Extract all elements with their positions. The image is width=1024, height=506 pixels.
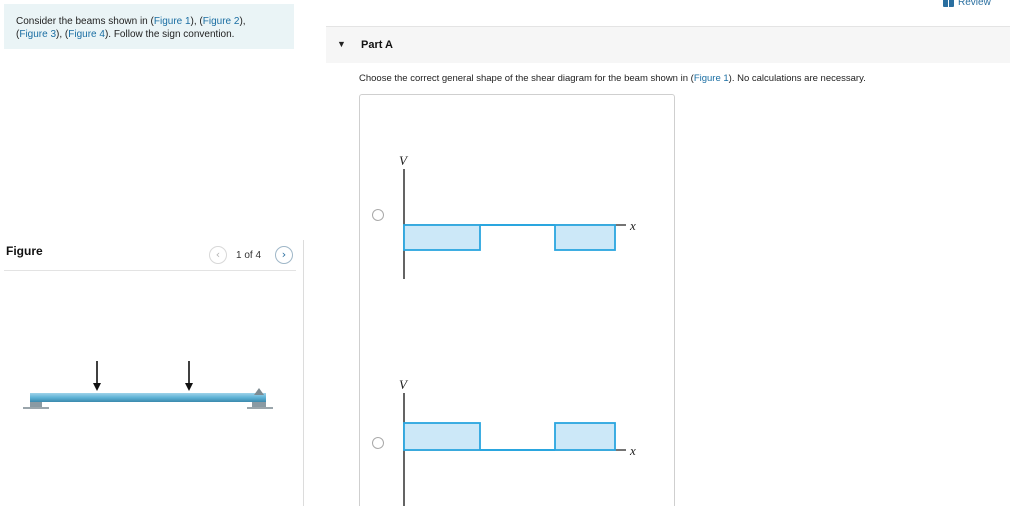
column-divider [303, 240, 304, 506]
question-text: Choose the correct general shape of the … [359, 73, 866, 84]
beam-figure [23, 361, 273, 409]
option-1-radio[interactable] [372, 209, 384, 221]
intro-line-2: (Figure 3), (Figure 4). Follow the sign … [16, 28, 294, 41]
load-arrow-icon [185, 361, 193, 391]
figure-1-link[interactable]: Figure 1 [694, 73, 729, 84]
intro-text: Consider the beams shown in ( [16, 16, 154, 27]
figure-1-link[interactable]: Figure 1 [154, 16, 191, 27]
beam-icon [30, 393, 266, 402]
shear-block [554, 224, 616, 251]
option-2-shear-diagram: V x [399, 377, 636, 506]
shear-block [403, 422, 481, 451]
x-axis-label: x [629, 443, 636, 458]
figure-3-link[interactable]: Figure 3 [19, 29, 56, 40]
intro-text: ), ( [56, 29, 69, 40]
figure-counter: 1 of 4 [236, 250, 262, 261]
caret-down-icon: ▼ [337, 39, 346, 49]
problem-intro: Consider the beams shown in (Figure 1), … [4, 4, 294, 49]
next-figure-button[interactable]: › [275, 246, 293, 264]
answer-options: V x V x [359, 94, 675, 506]
v-axis-label: V [399, 377, 409, 392]
figure-title: Figure [6, 244, 43, 258]
intro-text: ), ( [190, 16, 203, 27]
review-label: Review [958, 0, 991, 8]
figure-header: Figure ‹ 1 of 4 › [4, 240, 296, 271]
v-axis-label: V [399, 153, 409, 168]
part-a-label: Part A [361, 39, 393, 51]
intro-line-1: Consider the beams shown in (Figure 1), … [16, 15, 294, 28]
load-arrow-icon [93, 361, 101, 391]
figure-4-link[interactable]: Figure 4 [68, 29, 105, 40]
pin-support-icon [23, 402, 49, 409]
question-text-part: ). No calculations are necessary. [728, 73, 866, 84]
shear-block [403, 224, 481, 251]
x-axis-label: x [629, 218, 636, 233]
option-1-shear-diagram: V x [399, 153, 636, 279]
figure-2-link[interactable]: Figure 2 [203, 16, 240, 27]
question-text-part: Choose the correct general shape of the … [359, 73, 694, 84]
part-a-header[interactable]: ▼ Part A [326, 27, 1010, 63]
intro-text: ). Follow the sign convention. [104, 29, 235, 40]
review-link[interactable]: Review [943, 0, 991, 8]
option-2-radio[interactable] [372, 437, 384, 449]
previous-figure-button[interactable]: ‹ [209, 246, 227, 264]
book-icon [943, 0, 954, 7]
intro-text: ), [239, 16, 246, 27]
shear-block [554, 422, 616, 451]
